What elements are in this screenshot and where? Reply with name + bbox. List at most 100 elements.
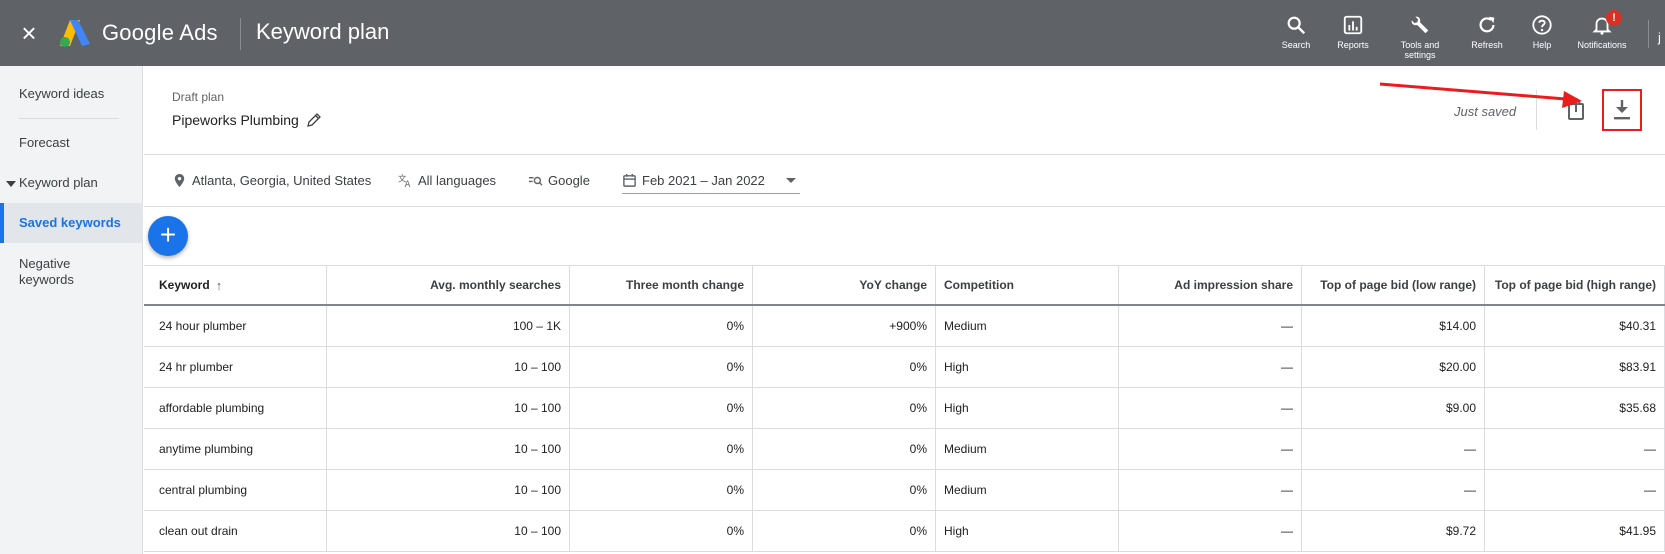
column-header-three-month-change[interactable]: Three month change: [570, 266, 753, 304]
cell-competition: High: [936, 347, 1119, 387]
cell-avg-monthly-searches: 10 – 100: [327, 470, 570, 510]
translate-icon: 文A: [398, 173, 411, 188]
cell-yoy-change: 0%: [753, 470, 936, 510]
table-row[interactable]: central plumbing 10 – 100 0% 0% Medium — — —: [144, 470, 1665, 511]
column-header-label: Top of page bid (high range): [1494, 278, 1656, 292]
cell-keyword[interactable]: central plumbing: [144, 470, 327, 510]
cell-top-bid-low: —: [1302, 470, 1485, 510]
sidebar-item-keyword-ideas[interactable]: Keyword ideas: [0, 86, 143, 101]
cell-three-month-change: 0%: [570, 470, 753, 510]
table-row[interactable]: affordable plumbing 10 – 100 0% 0% High — $9.0…: [144, 388, 1665, 429]
column-header-label: YoY change: [859, 278, 927, 292]
annotation-arrow: [1379, 82, 1582, 108]
search-button[interactable]: Search: [1264, 14, 1328, 50]
title-divider: [240, 18, 241, 50]
cell-yoy-change: +900%: [753, 306, 936, 346]
notifications-button[interactable]: ! Notifications: [1570, 10, 1634, 50]
cell-top-bid-high: $35.68: [1485, 388, 1665, 428]
account-divider: [1648, 20, 1649, 48]
column-header-top-bid-low[interactable]: Top of page bid (low range): [1302, 266, 1485, 304]
table-header-row: Keyword ↑ Avg. monthly searches Three month…: [144, 266, 1665, 306]
column-header-label: Top of page bid (low range): [1320, 278, 1476, 292]
table-row[interactable]: clean out drain 10 – 100 0% 0% High — $9.72 $41…: [144, 511, 1665, 552]
cell-avg-monthly-searches: 10 – 100: [327, 511, 570, 551]
network-filter[interactable]: Google: [528, 173, 590, 188]
cell-ad-impression-share: —: [1119, 388, 1302, 428]
close-icon[interactable]: ×: [18, 20, 40, 46]
notifications-label: Notifications: [1577, 40, 1627, 50]
column-header-label: Competition: [944, 278, 1014, 292]
cell-avg-monthly-searches: 10 – 100: [327, 347, 570, 387]
cell-keyword[interactable]: 24 hour plumber: [144, 306, 327, 346]
cell-three-month-change: 0%: [570, 347, 753, 387]
sidebar-item-label: Keyword plan: [19, 175, 98, 190]
sidebar-item-saved-keywords[interactable]: Saved keywords: [0, 203, 143, 243]
help-label: Help: [1532, 40, 1552, 50]
keywords-table: Keyword ↑ Avg. monthly searches Three month…: [144, 265, 1665, 552]
cell-top-bid-high: $40.31: [1485, 306, 1665, 346]
column-header-label: Keyword: [159, 278, 210, 292]
sidebar-item-forecast[interactable]: Forecast: [0, 135, 143, 150]
cell-top-bid-high: $83.91: [1485, 347, 1665, 387]
sidebar: Keyword ideas Forecast Keyword plan Save…: [0, 66, 143, 554]
download-highlight-box: [1602, 89, 1642, 131]
brand-name: Google Ads: [102, 20, 218, 45]
column-header-competition[interactable]: Competition: [936, 266, 1119, 304]
cell-top-bid-low: $20.00: [1302, 347, 1485, 387]
cell-competition: High: [936, 388, 1119, 428]
column-header-avg-monthly-searches[interactable]: Avg. monthly searches: [327, 266, 570, 304]
tools-settings-label: Tools and settings: [1400, 40, 1440, 60]
tools-settings-button[interactable]: Tools and settings: [1388, 14, 1452, 60]
account-initial[interactable]: j: [1658, 30, 1661, 45]
cell-keyword[interactable]: 24 hr plumber: [144, 347, 327, 387]
cell-avg-monthly-searches: 100 – 1K: [327, 306, 570, 346]
calendar-icon: [623, 173, 636, 187]
table-row[interactable]: 24 hour plumber 100 – 1K 0% +900% Medium — $14…: [144, 306, 1665, 347]
language-filter[interactable]: 文A All languages: [398, 173, 496, 188]
cell-avg-monthly-searches: 10 – 100: [327, 388, 570, 428]
cell-ad-impression-share: —: [1119, 347, 1302, 387]
cell-yoy-change: 0%: [753, 511, 936, 551]
filter-bar: Atlanta, Georgia, United States 文A All l…: [144, 155, 1665, 207]
network-filter-label: Google: [548, 173, 590, 188]
add-keyword-button[interactable]: +: [148, 216, 188, 256]
table-row[interactable]: anytime plumbing 10 – 100 0% 0% Medium — — —: [144, 429, 1665, 470]
cell-three-month-change: 0%: [570, 511, 753, 551]
cell-keyword[interactable]: clean out drain: [144, 511, 327, 551]
sort-ascending-icon[interactable]: ↑: [216, 278, 223, 293]
cell-ad-impression-share: —: [1119, 470, 1302, 510]
cell-top-bid-high: —: [1485, 429, 1665, 469]
page-title: Keyword plan: [256, 19, 390, 44]
date-range-filter[interactable]: Feb 2021 – Jan 2022: [622, 173, 765, 188]
cell-top-bid-high: —: [1485, 470, 1665, 510]
location-pin-icon: [174, 173, 185, 188]
location-filter-label: Atlanta, Georgia, United States: [192, 173, 372, 188]
cell-yoy-change: 0%: [753, 347, 936, 387]
column-header-label: Ad impression share: [1174, 278, 1293, 292]
column-header-top-bid-high[interactable]: Top of page bid (high range): [1485, 266, 1665, 304]
column-header-yoy-change[interactable]: YoY change: [753, 266, 936, 304]
column-header-keyword[interactable]: Keyword ↑: [144, 266, 327, 304]
reports-icon: [1343, 15, 1363, 35]
cell-three-month-change: 0%: [570, 306, 753, 346]
svg-text:A: A: [405, 179, 411, 188]
cell-three-month-change: 0%: [570, 388, 753, 428]
help-button[interactable]: Help: [1510, 14, 1574, 50]
sidebar-item-keyword-plan[interactable]: Keyword plan: [0, 175, 143, 190]
cell-top-bid-low: $9.72: [1302, 511, 1485, 551]
sidebar-divider: [19, 118, 119, 119]
cell-keyword[interactable]: affordable plumbing: [144, 388, 327, 428]
wrench-icon: [1411, 16, 1429, 34]
reports-button[interactable]: Reports: [1321, 14, 1385, 50]
edit-pencil-icon[interactable]: [306, 112, 322, 128]
dropdown-arrow-icon[interactable]: [786, 178, 796, 183]
column-header-ad-impression-share[interactable]: Ad impression share: [1119, 266, 1302, 304]
cell-avg-monthly-searches: 10 – 100: [327, 429, 570, 469]
cell-keyword[interactable]: anytime plumbing: [144, 429, 327, 469]
draft-plan-label: Draft plan: [172, 90, 225, 104]
search-icon: [1287, 16, 1306, 35]
location-filter[interactable]: Atlanta, Georgia, United States: [172, 173, 371, 188]
table-row[interactable]: 24 hr plumber 10 – 100 0% 0% High — $20.00 $83.…: [144, 347, 1665, 388]
date-range-underline: [622, 193, 800, 194]
sidebar-item-negative-keywords[interactable]: Negative keywords: [0, 256, 110, 288]
